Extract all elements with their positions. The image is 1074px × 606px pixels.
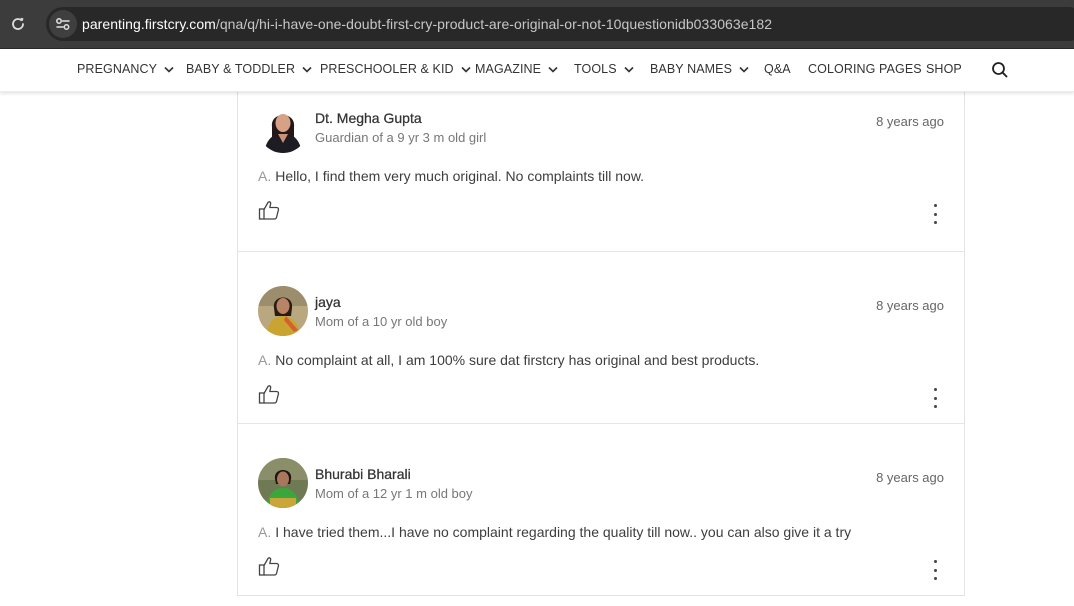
nav-item-qa[interactable]: Q&A [764, 62, 791, 76]
more-vertical-icon[interactable] [930, 560, 940, 580]
nav-item-label: MAGAZINE [475, 62, 542, 76]
chevron-down-icon [624, 66, 634, 73]
nav-item-label: BABY & TODDLER [186, 62, 296, 76]
nav-item-coloring-pages[interactable]: COLORING PAGES [808, 62, 922, 76]
author-name[interactable]: Dt. Megha Gupta [315, 110, 422, 126]
answer-time: 8 years ago [876, 298, 944, 313]
nav-item-preschooler-kid[interactable]: PRESCHOOLER & KID [320, 62, 471, 76]
answers-list: Dt. Megha Gupta Guardian of a 9 yr 3 m o… [237, 92, 965, 596]
answer-prefix: A. [258, 352, 272, 368]
nav-item-magazine[interactable]: MAGAZINE [475, 62, 558, 76]
nav-item-shop[interactable]: SHOP [926, 62, 962, 76]
author-name[interactable]: Bhurabi Bharali [315, 466, 411, 482]
chevron-down-icon [548, 66, 558, 73]
nav-item-pregnancy[interactable]: PREGNANCY [77, 62, 174, 76]
author-relation: Mom of a 12 yr 1 m old boy [315, 486, 473, 501]
browser-toolbar: parenting.firstcry.com/qna/q/hi-i-have-o… [0, 0, 1074, 49]
thumbs-up-icon[interactable] [257, 554, 281, 578]
nav-item-label: Q&A [764, 62, 791, 76]
avatar [258, 103, 308, 153]
answer-body: I have tried them...I have no complaint … [275, 524, 852, 540]
search-icon[interactable] [990, 60, 1010, 80]
site-settings-icon[interactable] [49, 10, 77, 38]
chevron-down-icon [302, 66, 312, 73]
thumbs-up-icon[interactable] [257, 382, 281, 406]
more-vertical-icon[interactable] [930, 204, 940, 224]
answer-text: A. I have tried them...I have no complain… [258, 524, 851, 540]
answer-prefix: A. [258, 524, 272, 540]
nav-item-label: SHOP [926, 62, 962, 76]
chevron-down-icon [164, 66, 174, 73]
nav-item-baby-toddler[interactable]: BABY & TODDLER [186, 62, 312, 76]
answer-card: Dt. Megha Gupta Guardian of a 9 yr 3 m o… [238, 80, 964, 252]
author-name[interactable]: jaya [315, 294, 341, 310]
answer-text: A. No complaint at all, I am 100% sure da… [258, 352, 759, 368]
author-relation: Guardian of a 9 yr 3 m old girl [315, 130, 487, 145]
answer-body: Hello, I find them very much original. N… [275, 168, 645, 184]
nav-item-label: PRESCHOOLER & KID [320, 62, 454, 76]
address-bar[interactable]: parenting.firstcry.com/qna/q/hi-i-have-o… [46, 7, 1074, 41]
answer-card: jaya Mom of a 10 yr old boy 8 years ago … [238, 252, 964, 424]
nav-item-label: PREGNANCY [77, 62, 158, 76]
more-vertical-icon[interactable] [930, 388, 940, 408]
reload-icon[interactable] [7, 13, 29, 35]
avatar [258, 458, 308, 508]
answer-text: A. Hello, I find them very much original.… [258, 168, 644, 184]
avatar [258, 286, 308, 336]
answer-time: 8 years ago [876, 114, 944, 129]
nav-item-label: COLORING PAGES [808, 62, 922, 76]
thumbs-up-icon[interactable] [257, 198, 281, 222]
author-relation: Mom of a 10 yr old boy [315, 314, 448, 329]
answer-prefix: A. [258, 168, 272, 184]
chevron-down-icon [739, 66, 749, 73]
nav-item-tools[interactable]: TOOLS [574, 62, 634, 76]
site-nav: PREGNANCY BABY & TODDLER PRESCHOOLER & K… [0, 49, 1074, 92]
answer-body: No complaint at all, I am 100% sure dat … [275, 352, 760, 368]
nav-item-label: TOOLS [574, 62, 617, 76]
chevron-down-icon [461, 66, 471, 73]
answer-card: Bhurabi Bharali Mom of a 12 yr 1 m old b… [238, 424, 964, 596]
url-text[interactable]: parenting.firstcry.com/qna/q/hi-i-have-o… [82, 16, 772, 32]
nav-item-baby-names[interactable]: BABY NAMES [650, 62, 749, 76]
answer-time: 8 years ago [876, 470, 944, 485]
url-path: /qna/q/hi-i-have-one-doubt-first-cry-pro… [215, 16, 773, 32]
url-host: parenting.firstcry.com [82, 16, 216, 32]
nav-item-label: BABY NAMES [650, 62, 733, 76]
